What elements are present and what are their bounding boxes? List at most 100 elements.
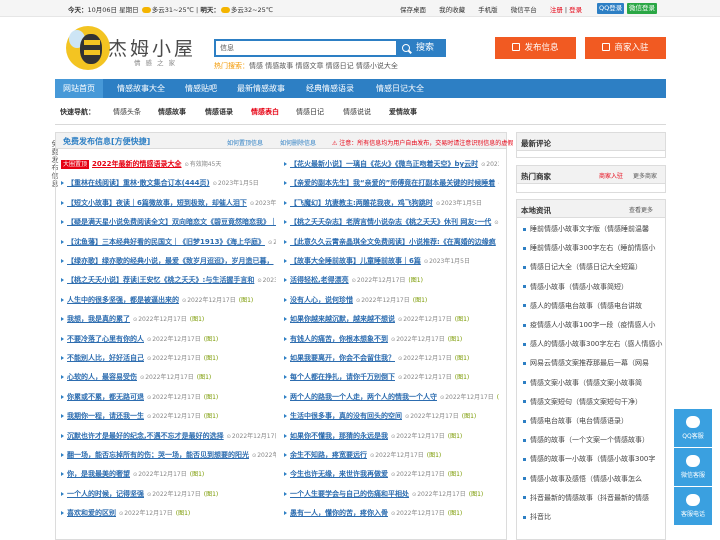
listing-title[interactable]: 两个人的路我一个人走，两个人的情我一个人守 [290, 393, 437, 401]
local-news-item[interactable]: 情感小故事及感悟（情感小故事怎么 [523, 474, 663, 485]
publish-button[interactable]: 发布信息 [495, 37, 576, 59]
nav-home[interactable]: 网站首页 [55, 79, 103, 98]
listing-title[interactable]: 不能别人比，好好活自己 [67, 354, 144, 362]
listing-title[interactable]: 你累或不累，都无路可退 [67, 393, 144, 401]
listing-title[interactable]: 【桃之夭夭小说】荐读|王安忆《桃之夭夭》:与生活握手言和 [67, 276, 254, 284]
nav-stories[interactable]: 情感故事大全 [117, 79, 165, 98]
listing-row[interactable]: 我期你一程，请还我一生2022年12月17日(图1) [61, 411, 276, 422]
wechat-platform-link[interactable]: 微信平台 [511, 6, 537, 14]
local-news-item[interactable]: 情感小故事（情感小故事简短） [523, 282, 663, 293]
listing-title[interactable]: 如果你越来越沉默，越来越不想说 [290, 315, 395, 323]
pin-info-link[interactable]: 如何置顶信息 [227, 138, 263, 147]
listing-title[interactable]: 【花火最新小说】一璃自《花火》《微鸟正吻着天空》by云时 [290, 160, 478, 168]
quick-nav-item[interactable]: 情感表白 [251, 107, 279, 117]
listing-row[interactable]: 今生也许无缘，来世许我再做爱2022年12月17日(图1) [284, 469, 499, 480]
listing-title[interactable]: 我想，我是真的累了 [67, 315, 130, 323]
local-news-item[interactable]: 疫情感人小故事100字一段（疫情感人小 [523, 320, 663, 331]
listing-row[interactable]: 翻一场，能否忘掉所有的伤；哭一场，能否见到想要的阳光2022年12月17日(图1… [61, 450, 276, 461]
listing-row[interactable]: 如果我要离开，你会不会留住我？2022年12月17日(图1) [284, 353, 499, 364]
listing-row[interactable]: 【桃之夭夭小说】荐读|王安忆《桃之夭夭》:与生活握手言和2023年1月5日 [61, 275, 276, 286]
listing-title[interactable]: 【此意久久云霄亲晶琪全文免费阅读】小说推荐:《在离婚的边缘疯 [290, 238, 496, 246]
local-news-item[interactable]: 情感文案短句（情感文案短句干净） [523, 397, 663, 408]
listing-row[interactable]: 一个人生要学会与自己的伤痛和平相处2022年12月17日(图1) [284, 489, 499, 500]
search-button[interactable]: 搜索 [396, 41, 444, 55]
listing-row[interactable]: 【绿亦歌】绿亦歌的经典小说，最爱《致岁月迢迢》，岁月造已暮，2023年1月5日 [61, 256, 276, 267]
listing-row[interactable]: 两个人的路我一个人走，两个人的情我一个人守2022年12月17日(图1) [284, 392, 499, 403]
merchant-join-button[interactable]: 商家入驻 [585, 37, 666, 59]
listing-title[interactable]: 一个人的时候，记得坚强 [67, 490, 144, 498]
listing-title[interactable]: 【亲爱的副本先生】我“亲爱的”师傅竟在打副本最关键的时候睡着 [290, 179, 495, 187]
listing-title[interactable]: 【桃之夭夭杂志】老牌言情小说杂志《桃之夭夭》休刊 网友:一代 [290, 218, 491, 226]
listing-title[interactable]: 人生中的很多坚强，都是被逼出来的 [67, 296, 179, 304]
listing-title[interactable]: 【疑是满天星小说免费阅读全文】双向暗恋文《碧豆竟然暗恋我》｜ [67, 218, 276, 226]
listing-title[interactable]: 【沈鱼藩】三本经典好看的民国文｜《旧梦1913》《海上华庭》 [67, 238, 265, 246]
local-news-item[interactable]: 情感文案小故事（情感文案小故事简 [523, 378, 663, 389]
qq-service-button[interactable]: QQ客服 [674, 409, 712, 447]
listing-row[interactable]: 不要冷落了心里有你的人2022年12月17日(图1) [61, 334, 276, 345]
listing-title[interactable]: 心软的人，最容易受伤 [67, 373, 137, 381]
local-news-item[interactable]: 睡前情感小故事300字左右（睡前情感小 [523, 243, 663, 254]
listing-title[interactable]: 【故事大全睡前故事】儿童睡前故事｜6篇 [290, 257, 421, 265]
listing-title[interactable]: 没有人心，说何珍惜 [290, 296, 353, 304]
listing-title[interactable]: 喜欢和爱的区别 [67, 509, 116, 517]
listing-title[interactable]: 活得轻松,老得漂亮 [290, 276, 349, 284]
listing-row[interactable]: 如果你不懂我，那猜的永远是我2022年12月17日(图1) [284, 431, 499, 442]
listing-row[interactable]: 你累或不累，都无路可退2022年12月17日(图1) [61, 392, 276, 403]
favorites-link[interactable]: 我的收藏 [439, 6, 465, 14]
local-news-item[interactable]: 情感的故事一小故事（情感小故事300字 [523, 454, 663, 465]
listing-row[interactable]: 如果你越来越沉默，越来越不想说2022年12月17日(图1) [284, 314, 499, 325]
local-news-item[interactable]: 情感的故事（一个文案一个情感故事） [523, 435, 663, 446]
listing-row[interactable]: 每个人都在挣扎，请你千万别倒下2022年12月17日(图1) [284, 372, 499, 383]
quick-nav-item[interactable]: 情感说说 [343, 107, 371, 117]
listing-title[interactable]: 沉默也许才是最好的纪念,不遇不忘才是最好的选择 [67, 432, 224, 440]
more-merchants-link[interactable]: 更多商家 [633, 171, 657, 180]
listing-row[interactable]: 我想，我是真的累了2022年12月17日(图1) [61, 314, 276, 325]
listing-row[interactable]: 大圈置顶2022年最新的情感语录大全有效期45天 [61, 159, 276, 170]
listing-title[interactable]: 翻一场，能否忘掉所有的伤；哭一场，能否见到想要的阳光 [67, 451, 249, 459]
listing-row[interactable]: 【重林在线阅读】重林·散文集合订本(444页)2023年1月5日 [61, 178, 276, 189]
listing-title[interactable]: 有钱人的痛苦，你根本想象不到 [290, 335, 388, 343]
listing-row[interactable]: 沉默也许才是最好的纪念,不遇不忘才是最好的选择2022年12月17日(图1) [61, 431, 276, 442]
listing-title[interactable]: 【短文小故事】夜读｜6篇微故事，短到极致，却催人泪下 [67, 199, 247, 207]
quick-nav-item[interactable]: 爱情故事 [389, 107, 417, 117]
wechat-service-button[interactable]: 微信客服 [674, 448, 712, 486]
listing-title[interactable]: 一个人生要学会与自己的伤痛和平相处 [290, 490, 409, 498]
quick-nav-item[interactable]: 情感头条 [113, 107, 141, 117]
logo-bee-icon[interactable] [66, 26, 110, 70]
listing-row[interactable]: 余生不知路，疼宽要远行2022年12月17日(图1) [284, 450, 499, 461]
listing-row[interactable]: 愚有一人，懂你的苦，疼你入骨2022年12月17日(图1) [284, 508, 499, 519]
listing-title[interactable]: 生活中很多事，真的没有回头的空间 [290, 412, 402, 420]
local-news-item[interactable]: 情感日记大全（情感日记大全短篇） [523, 262, 663, 273]
listing-row[interactable]: 【此意久久云霄亲晶琪全文免费阅读】小说推荐:《在离婚的边缘疯2023年1月5日 [284, 237, 499, 248]
hot-search-words[interactable]: 情感 情感故事 情感文章 情感日记 情感小说大全 [249, 62, 398, 70]
listing-title[interactable]: 如果你不懂我，那猜的永远是我 [290, 432, 388, 440]
listing-row[interactable]: 【疑是满天星小说免费阅读全文】双向暗恋文《碧豆竟然暗恋我》｜2023年1月5日 [61, 217, 276, 228]
local-news-item[interactable]: 感人的情感电台故事（情感电台讲故 [523, 301, 663, 312]
login-link[interactable]: 登录 [569, 6, 582, 14]
quick-nav-item[interactable]: 情感日记 [296, 107, 324, 117]
listing-row[interactable]: 你，是我最美的奢望2022年12月17日(图1) [61, 469, 276, 480]
mobile-link[interactable]: 手机版 [478, 6, 498, 14]
local-news-item[interactable]: 网易云情感文案推荐那最后一幕（网易 [523, 358, 663, 369]
listing-row[interactable]: 人生中的很多坚强，都是被逼出来的2022年12月17日(图1) [61, 295, 276, 306]
local-news-item[interactable]: 抖音比 [523, 512, 663, 523]
listing-row[interactable]: 【亲爱的副本先生】我“亲爱的”师傅竟在打副本最关键的时候睡着2023年1月5日 [284, 178, 499, 189]
listing-row[interactable]: 【故事大全睡前故事】儿童睡前故事｜6篇2023年1月5日 [284, 256, 499, 267]
nav-quotes[interactable]: 经典情感语录 [306, 79, 354, 98]
listing-title[interactable]: 【重林在线阅读】重林·散文集合订本(444页) [67, 179, 210, 187]
wechat-login-button[interactable]: 微信登录 [627, 3, 657, 14]
listing-title[interactable]: 【绿亦歌】绿亦歌的经典小说，最爱《致岁月迢迢》，岁月造已暮， [67, 257, 274, 265]
listing-title[interactable]: 2022年最新的情感语录大全 [92, 160, 181, 168]
register-link[interactable]: 注册 [550, 6, 563, 14]
listing-row[interactable]: 喜欢和爱的区别2022年12月17日(图1) [61, 508, 276, 519]
delete-info-link[interactable]: 如何删除信息 [280, 138, 316, 147]
nav-latest-stories[interactable]: 最新情感故事 [237, 79, 285, 98]
listing-title[interactable]: 不要冷落了心里有你的人 [67, 335, 144, 343]
listing-title[interactable]: 愚有一人，懂你的苦，疼你入骨 [290, 509, 388, 517]
listing-row[interactable]: 不能别人比，好好活自己2022年12月17日(图1) [61, 353, 276, 364]
nav-forum[interactable]: 情感贴吧 [185, 79, 217, 98]
listing-title[interactable]: 每个人都在挣扎，请你千万别倒下 [290, 373, 395, 381]
listing-row[interactable]: 没有人心，说何珍惜2022年12月17日(图1) [284, 295, 499, 306]
listing-row[interactable]: 【花火最新小说】一璃自《花火》《微鸟正吻着天空》by云时2023年1月5日 [284, 159, 499, 170]
listing-row[interactable]: 【飞魔幻】坑妻教主:两雕花我夜，鸡飞狗跳时2023年1月5日 [284, 198, 499, 209]
